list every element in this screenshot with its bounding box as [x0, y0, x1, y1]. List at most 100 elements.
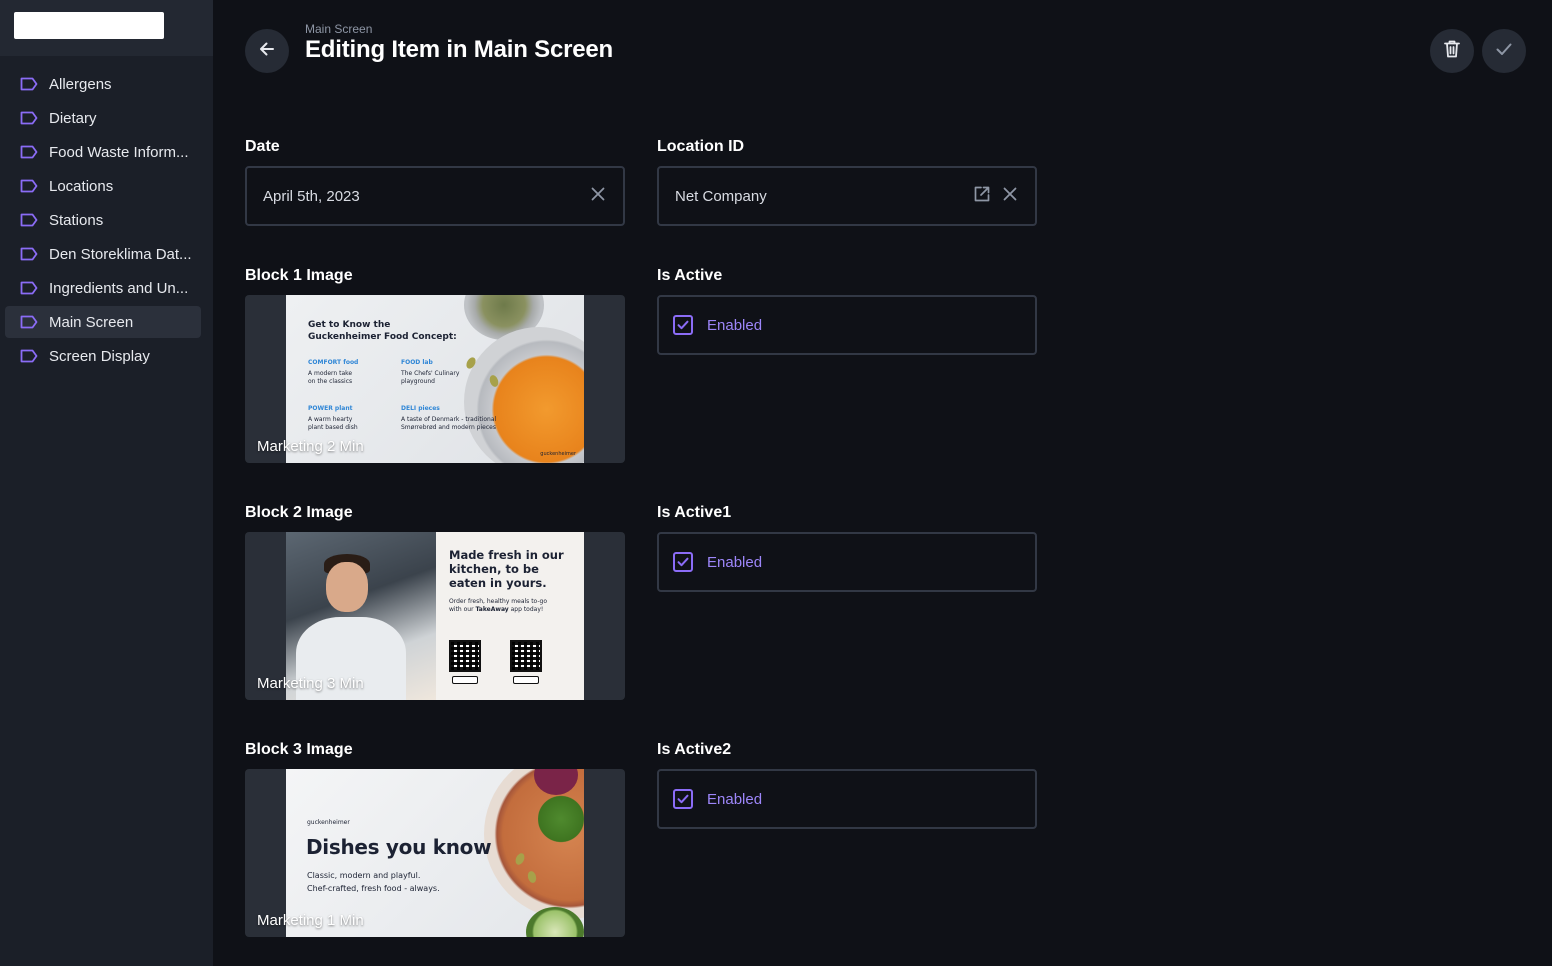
- concept-text: playground: [401, 378, 435, 385]
- is-active-label: Is Active: [657, 267, 723, 284]
- location-label: Location ID: [657, 138, 745, 155]
- promo-subtext-line2: Chef-crafted, fresh food - always.: [307, 884, 440, 893]
- clear-location-button[interactable]: [999, 185, 1021, 207]
- tag-icon: [20, 145, 40, 159]
- promo-headline: Made fresh in our kitchen, to be eaten i…: [449, 548, 564, 590]
- sidebar-item-label: Stations: [49, 211, 104, 229]
- concept-item: DELI pieces A taste of Denmark - traditi…: [401, 405, 496, 432]
- promo-subtext-line1: Classic, modern and playful.: [307, 871, 421, 880]
- block2-image[interactable]: Made fresh in our kitchen, to be eaten i…: [245, 532, 625, 700]
- arrow-left-icon: [257, 39, 277, 64]
- concept-caption: DELI pieces: [401, 405, 440, 412]
- is-active2-field: Enabled: [657, 769, 1037, 829]
- back-button[interactable]: [245, 29, 289, 73]
- sidebar-item-label: Locations: [49, 177, 114, 195]
- sidebar-item-den-storeklima[interactable]: Den Storeklima Dat...: [5, 238, 201, 270]
- is-active1-value: Enabled: [707, 553, 763, 571]
- google-play-badge-icon: [513, 676, 539, 684]
- delete-button[interactable]: [1430, 29, 1474, 73]
- concept-caption: POWER plant: [308, 405, 353, 412]
- location-value: Net Company: [675, 187, 767, 205]
- clear-date-button[interactable]: [587, 185, 609, 207]
- block1-image-label: Block 1 Image: [245, 267, 353, 284]
- tag-icon: [20, 179, 40, 193]
- sidebar-item-label: Screen Display: [49, 347, 150, 365]
- location-field[interactable]: Net Company: [657, 166, 1037, 226]
- page-title: Editing Item in Main Screen: [305, 36, 613, 63]
- block3-image[interactable]: guckenheimer Dishes you know Classic, mo…: [245, 769, 625, 937]
- concept-heading-line1: Get to Know the: [308, 320, 391, 330]
- promo-subtext: Order fresh, healthy meals to-go with ou…: [449, 598, 574, 614]
- concept-text: A modern take: [308, 370, 353, 377]
- promo-app-name: TakeAway: [475, 606, 509, 613]
- image-caption: Marketing 2 Min: [257, 438, 364, 455]
- tag-icon: [20, 315, 40, 329]
- is-active2-label: Is Active2: [657, 741, 732, 758]
- tag-icon: [20, 247, 40, 261]
- image-caption: Marketing 1 Min: [257, 912, 364, 929]
- promo-subtext-line1: Order fresh, healthy meals to-go: [449, 598, 547, 605]
- block1-image[interactable]: Get to Know the Guckenheimer Food Concept…: [245, 295, 625, 463]
- sidebar-item-locations[interactable]: Locations: [5, 170, 201, 202]
- concept-heading-line2: Guckenheimer Food Concept:: [308, 332, 457, 342]
- close-icon: [591, 187, 605, 206]
- sidebar: Allergens Dietary Food Waste Inform... L…: [0, 0, 213, 966]
- sidebar-item-allergens[interactable]: Allergens: [5, 68, 201, 100]
- check-icon: [1494, 39, 1514, 64]
- is-active2-checkbox[interactable]: [673, 789, 693, 809]
- sidebar-item-label: Ingredients and Un...: [49, 279, 189, 297]
- sidebar-item-dietary[interactable]: Dietary: [5, 102, 201, 134]
- sidebar-item-screen-display[interactable]: Screen Display: [5, 340, 201, 372]
- logo[interactable]: [14, 12, 164, 39]
- tag-icon: [20, 77, 40, 91]
- sidebar-item-food-waste[interactable]: Food Waste Inform...: [5, 136, 201, 168]
- tag-icon: [20, 111, 40, 125]
- open-location-button[interactable]: [971, 185, 993, 207]
- concept-item: COMFORT food A modern take on the classi…: [308, 359, 358, 386]
- sidebar-item-label: Main Screen: [49, 313, 134, 331]
- concept-text: A taste of Denmark - traditional: [401, 416, 497, 423]
- promo-subtext: Classic, modern and playful. Chef-crafte…: [307, 869, 440, 895]
- sidebar-item-main-screen[interactable]: Main Screen: [5, 306, 201, 338]
- tag-icon: [20, 281, 40, 295]
- tag-icon: [20, 349, 40, 363]
- soup-bowl-graphic: [464, 327, 584, 463]
- sidebar-item-label: Den Storeklima Dat...: [49, 245, 192, 263]
- promo-title: Dishes you know: [306, 835, 492, 859]
- breadcrumb[interactable]: Main Screen: [305, 22, 372, 36]
- sidebar-nav: Allergens Dietary Food Waste Inform... L…: [5, 68, 201, 374]
- concept-item: FOOD lab The Chefs' Culinary playground: [401, 359, 459, 386]
- qr-code-icon: [449, 640, 481, 672]
- sidebar-item-ingredients[interactable]: Ingredients and Un...: [5, 272, 201, 304]
- save-button[interactable]: [1482, 29, 1526, 73]
- qr-code-icon: [510, 640, 542, 672]
- concept-text: plant based dish: [308, 424, 358, 431]
- date-value: April 5th, 2023: [263, 187, 360, 205]
- promo-subtext-line2-end: app today!: [508, 606, 544, 613]
- sidebar-item-label: Dietary: [49, 109, 97, 127]
- external-link-icon: [973, 185, 991, 208]
- app-store-badge-icon: [452, 676, 478, 684]
- block3-image-label: Block 3 Image: [245, 741, 353, 758]
- block2-image-label: Block 2 Image: [245, 504, 353, 521]
- concept-text: on the classics: [308, 378, 353, 385]
- chef-face-graphic: [326, 562, 368, 612]
- is-active1-field: Enabled: [657, 532, 1037, 592]
- promo-subtext-line2: with our: [449, 606, 476, 613]
- concept-heading: Get to Know the Guckenheimer Food Concept…: [308, 319, 457, 343]
- is-active-checkbox[interactable]: [673, 315, 693, 335]
- close-icon: [1003, 187, 1017, 206]
- is-active-value: Enabled: [707, 316, 763, 334]
- broccoli-graphic: [538, 789, 584, 849]
- is-active-field: Enabled: [657, 295, 1037, 355]
- sidebar-header: [0, 0, 213, 56]
- sidebar-item-stations[interactable]: Stations: [5, 204, 201, 236]
- brand-mark: guckenheimer: [540, 451, 576, 457]
- concept-text: Smørrebrød and modern pieces: [401, 424, 496, 431]
- concept-item: POWER plant A warm hearty plant based di…: [308, 405, 358, 432]
- is-active2-value: Enabled: [707, 790, 763, 808]
- sidebar-item-label: Allergens: [49, 75, 112, 93]
- is-active1-checkbox[interactable]: [673, 552, 693, 572]
- date-field[interactable]: April 5th, 2023: [245, 166, 625, 226]
- image-caption: Marketing 3 Min: [257, 675, 364, 692]
